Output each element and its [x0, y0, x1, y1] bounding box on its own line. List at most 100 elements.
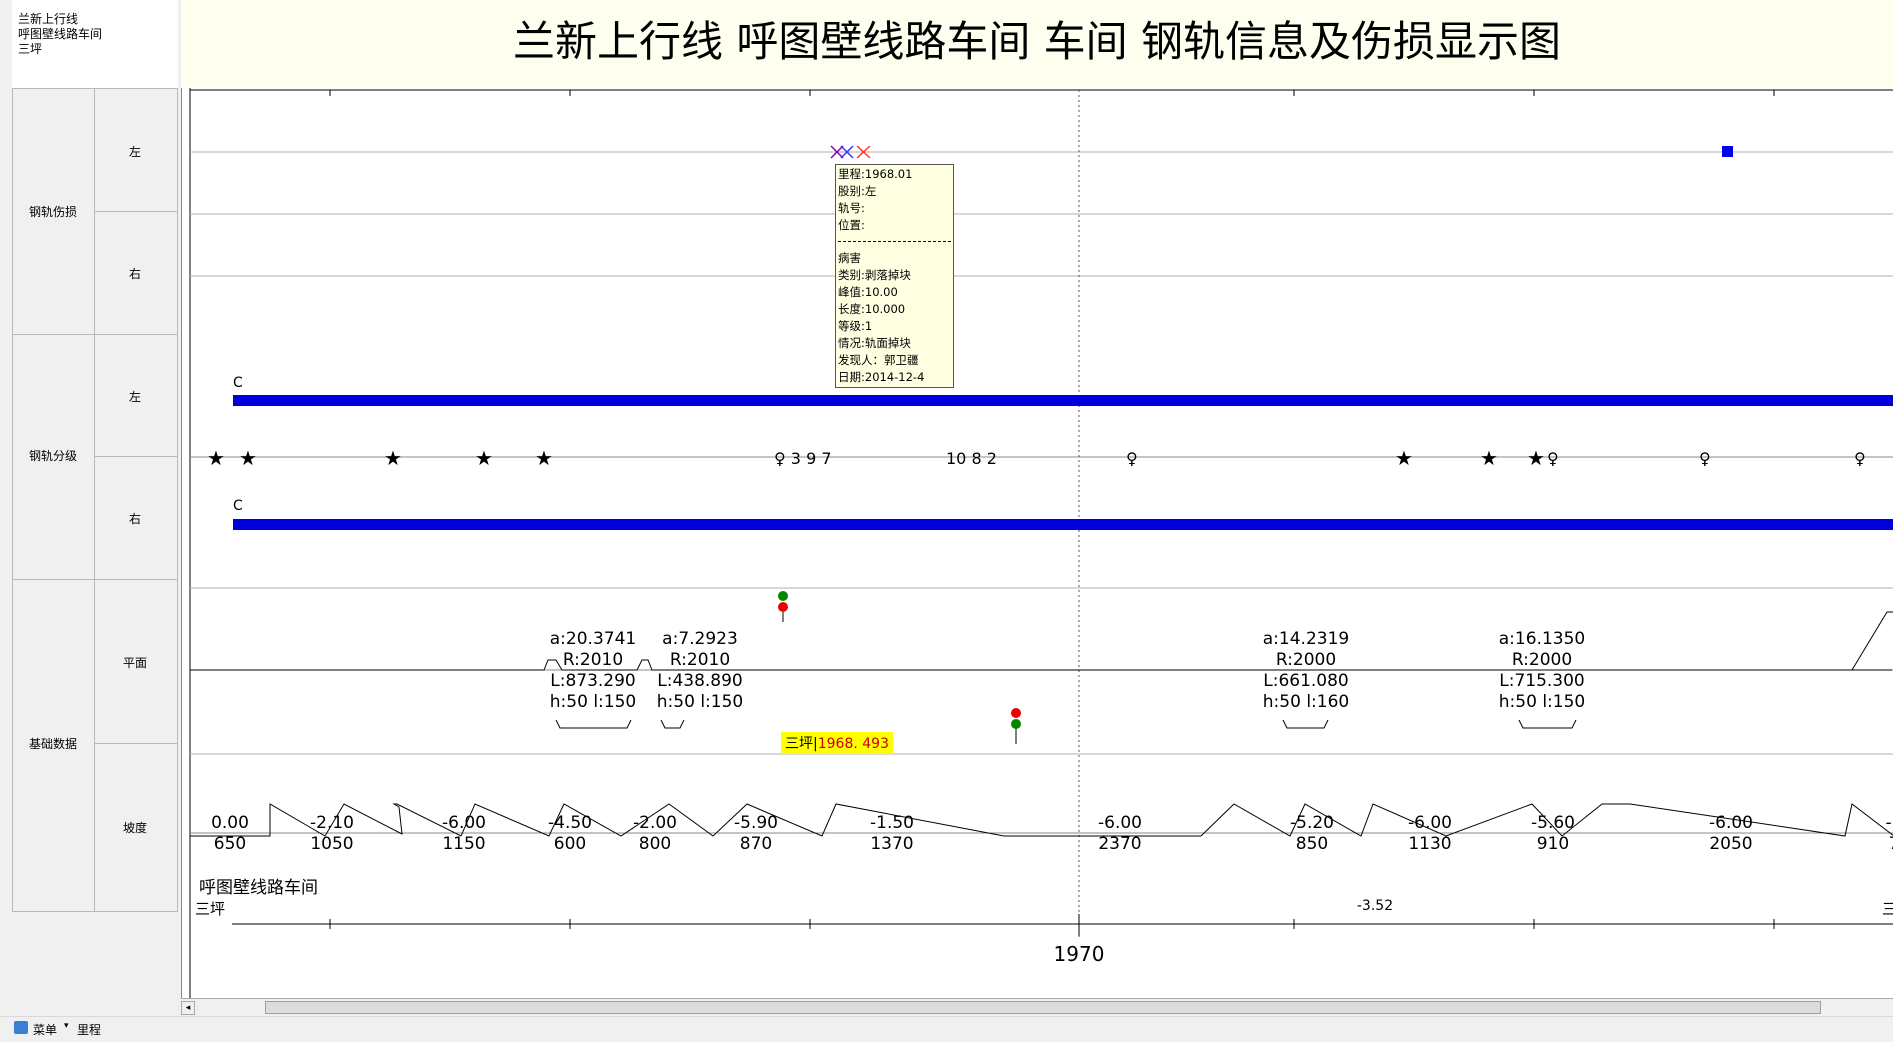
defect-tooltip: 里程:1968.01 股别:左 轨号: 位置: 病害 类别:剥落掉块 峰值:10…: [835, 164, 954, 388]
curve-4-r: R:2000: [1512, 650, 1572, 670]
rail-grade-center-text-2: 10 8 2: [946, 449, 997, 468]
station-badge-name: 三坪: [785, 736, 813, 752]
group-label-rail-defect: 钢轨伤损: [29, 205, 78, 219]
tooltip-line: 峰值:10.00: [838, 285, 898, 299]
curve-2-l: L:438.890: [657, 671, 743, 691]
female-symbol-icon: ♀: [1547, 449, 1559, 468]
curve-1-l: L:873.290: [550, 671, 636, 691]
gradient-value: -2.00: [633, 813, 677, 833]
tooltip-line: 发现人：郭卫疆: [838, 353, 919, 367]
row-label-defect-left: 左: [129, 145, 142, 159]
gradient-length: 850: [1296, 834, 1328, 854]
tooltip-line: 情况:轨面掉块: [838, 336, 911, 350]
rail-grade-right-label: C: [233, 498, 243, 514]
gradient-value: -6.00: [1098, 813, 1142, 833]
star-icon: ★: [535, 446, 553, 470]
gradient-value: -2.10: [310, 813, 354, 833]
star-icon: ★: [384, 446, 402, 470]
rail-grade-bar-left: [233, 395, 1893, 406]
gradient-length: 600: [554, 834, 586, 854]
female-symbol-icon: ♀: [1699, 449, 1711, 468]
female-symbol-icon: ♀: [1854, 449, 1866, 468]
curve-3-r: R:2000: [1276, 650, 1336, 670]
row-label-gradient: 坡度: [123, 821, 148, 835]
scroll-left-arrow-icon[interactable]: ◂: [181, 1001, 195, 1015]
curve-4-l: L:715.300: [1499, 671, 1585, 691]
gradient-length: 800: [639, 834, 671, 854]
curve-3-a: a:14.2319: [1263, 629, 1349, 649]
tooltip-line: 类别:剥落掉块: [838, 268, 911, 282]
curve-1-a: a:20.3741: [550, 629, 636, 649]
curve-2-h: h:50 l:150: [657, 692, 743, 712]
bottom-station-label: 三坪: [195, 900, 225, 918]
menu-button[interactable]: 菜单: [33, 1021, 57, 1038]
curve-1-r: R:2010: [563, 650, 623, 670]
chevron-down-icon[interactable]: ▾: [64, 1021, 69, 1031]
tooltip-line: 股别:左: [838, 184, 877, 198]
menu-icon[interactable]: [14, 1021, 28, 1034]
signal-light-1: [778, 591, 788, 622]
scrollbar-thumb[interactable]: [265, 1001, 1821, 1014]
curve-brackets: [555, 719, 1577, 729]
rail-grade-left-label: C: [233, 375, 243, 391]
gradient-length: 1050: [310, 834, 353, 854]
gradient-value: 0.00: [211, 813, 249, 833]
curve-4-a: a:16.1350: [1499, 629, 1585, 649]
station-badge-km: 1968. 493: [817, 736, 889, 752]
km-axis-ticks: [329, 914, 1775, 936]
female-symbol-icon: ♀: [1126, 449, 1138, 468]
rail-grade-bar-right: [233, 519, 1893, 530]
rail-grade-center-text-1: ♀ 3 9 7: [774, 449, 832, 468]
gradient-value: -6.00: [442, 813, 486, 833]
star-icon: ★: [1480, 446, 1498, 470]
star-icon: ★: [1527, 446, 1545, 470]
chart-header: 兰新上行线 呼图壁线路车间 车间 钢轨信息及伤损显示图: [181, 0, 1893, 88]
signal-light-2: [1011, 708, 1021, 744]
gradient-value: -5.90: [734, 813, 778, 833]
row-label-defect-right: 右: [129, 267, 142, 281]
gradient-value: -1.50: [870, 813, 914, 833]
tooltip-line: 位置:: [838, 218, 865, 232]
curve-4-h: h:50 l:150: [1499, 692, 1585, 712]
gradient-length: 1130: [1408, 834, 1451, 854]
bottom-station-label-right: 三: [1882, 900, 1893, 918]
gradient-length: 7: [1889, 834, 1893, 854]
page-title: 兰新上行线 呼图壁线路车间 车间 钢轨信息及伤损显示图: [512, 17, 1562, 66]
rail-grade-center-labels: ♀ 3 9 7 10 8 2 ♀ ♀ ♀ ♀: [774, 449, 1866, 468]
gradient-length: 2370: [1098, 834, 1141, 854]
curve-2-a: a:7.2923: [662, 629, 738, 649]
gradient-value: -5.20: [1290, 813, 1334, 833]
rail-chart-svg[interactable]: C C ★ ★ ★ ★ ★ ★ ★ ★ ♀ 3 9 7 10 8 2 ♀ ♀ ♀…: [182, 88, 1893, 999]
line-name: 兰新上行线: [18, 12, 79, 26]
gradient-value: -5.60: [1531, 813, 1575, 833]
horizontal-scrollbar[interactable]: ◂: [181, 998, 1893, 1017]
star-icon: ★: [475, 446, 493, 470]
status-bar: 菜单 ▾ 里程: [0, 1016, 1893, 1042]
line-info: 兰新上行线 呼图壁线路车间 三坪: [12, 0, 178, 88]
curve-3-l: L:661.080: [1263, 671, 1349, 691]
rail-chart-area[interactable]: C C ★ ★ ★ ★ ★ ★ ★ ★ ♀ 3 9 7 10 8 2 ♀ ♀ ♀…: [181, 88, 1893, 999]
row-label-grade-right: 右: [129, 512, 142, 526]
workshop-name: 呼图壁线路车间: [18, 27, 103, 41]
gradient-length: 910: [1537, 834, 1569, 854]
tooltip-line: 日期:2014-12-4: [838, 370, 925, 384]
row-label-plane: 平面: [123, 656, 148, 670]
gradient-value: -6.00: [1408, 813, 1452, 833]
station-name: 三坪: [18, 42, 43, 56]
tooltip-line: 病害: [838, 251, 861, 265]
star-icon: ★: [1395, 446, 1413, 470]
plane-baseline: [190, 659, 1892, 671]
curve-2-r: R:2010: [670, 650, 730, 670]
gradient-value: -4.50: [548, 813, 592, 833]
tooltip-line: 长度:10.000: [838, 302, 906, 316]
station-badge[interactable]: 三坪|1968. 493: [781, 732, 893, 754]
group-label-rail-grade: 钢轨分级: [29, 449, 78, 463]
tooltip-separator: [838, 241, 951, 242]
km-label: 1970: [1054, 942, 1105, 966]
defect-square-marker: [1722, 146, 1733, 157]
row-legend-panel: 钢轨伤损 左 右 钢轨分级 左 右 基础数据 平面 坡度: [12, 88, 178, 912]
gradient-length: 870: [740, 834, 772, 854]
rail-grade-symbols: ★ ★ ★ ★ ★ ★ ★ ★: [207, 446, 1545, 470]
gradient-length: 650: [214, 834, 246, 854]
curve-3-h: h:50 l:160: [1263, 692, 1349, 712]
